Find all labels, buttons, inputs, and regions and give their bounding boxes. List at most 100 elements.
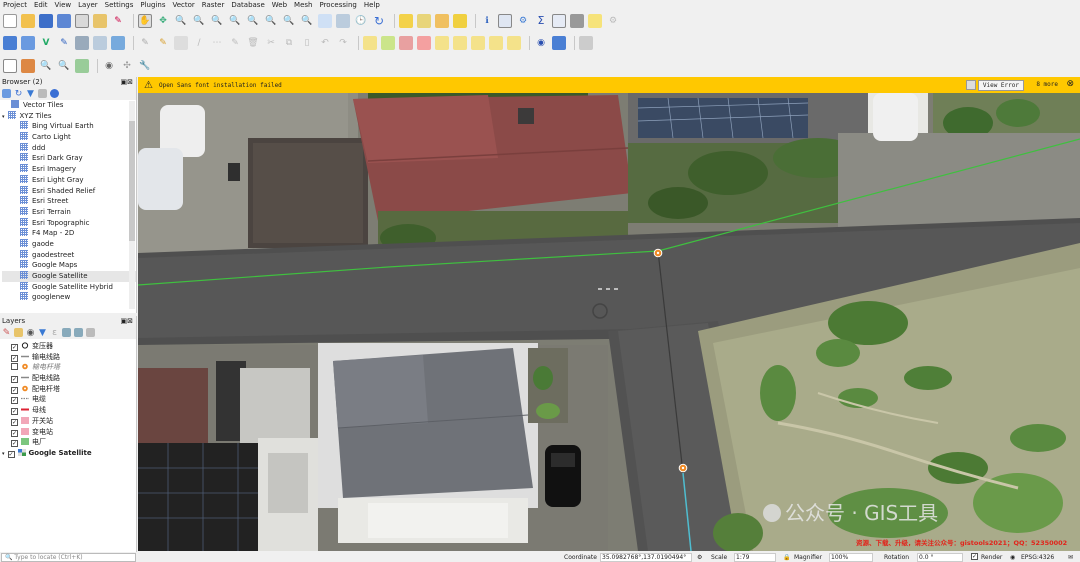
label-move-icon[interactable] xyxy=(435,36,449,50)
label-text-icon[interactable] xyxy=(507,36,521,50)
browser-item[interactable]: gaode xyxy=(2,238,136,250)
browser-item[interactable]: ddd xyxy=(2,142,136,154)
layer-visibility-checkbox[interactable]: ✓ xyxy=(11,408,18,416)
label-show-icon[interactable] xyxy=(489,36,503,50)
layer-visibility-checkbox[interactable]: ✓ xyxy=(11,440,18,448)
menu-edit[interactable]: Edit xyxy=(34,1,48,9)
copy-icon[interactable]: ⧉ xyxy=(282,36,296,50)
digitize-icon[interactable]: ✎ xyxy=(57,36,71,50)
tools-icon[interactable]: 🔧 xyxy=(138,59,152,73)
render-checkbox[interactable]: ✓ xyxy=(971,553,978,560)
menu-view[interactable]: View xyxy=(55,1,72,9)
python-console-icon[interactable] xyxy=(552,36,566,50)
browser-item[interactable]: Esri Topographic xyxy=(2,217,136,229)
add-layer-icon[interactable] xyxy=(2,89,11,98)
browser-item[interactable]: Bing Virtual Earth xyxy=(2,121,136,132)
menu-vector[interactable]: Vector xyxy=(172,1,194,9)
data-source-manager-icon[interactable] xyxy=(3,36,17,50)
deselect-icon[interactable] xyxy=(435,14,449,28)
pan-to-selection-icon[interactable]: ✥ xyxy=(156,14,170,28)
messages-icon[interactable]: ✉ xyxy=(1068,554,1073,561)
new-project-icon[interactable] xyxy=(3,14,17,28)
layer-item[interactable]: ✓ 电厂 xyxy=(11,437,136,448)
collapse-all-icon[interactable] xyxy=(74,328,83,337)
browser-item-selected[interactable]: Google Satellite xyxy=(2,271,136,282)
browser-item[interactable]: Esri Shaded Relief xyxy=(2,185,136,197)
save-edits-icon[interactable] xyxy=(174,36,188,50)
zoom-native-icon[interactable]: 🔍 xyxy=(282,14,296,28)
close-message-icon[interactable]: ⊗ xyxy=(1066,79,1074,89)
expander-icon[interactable]: ▾ xyxy=(2,114,5,120)
panel-toggle-icon[interactable] xyxy=(579,36,593,50)
browser-item[interactable]: Esri Light Gray xyxy=(2,174,136,186)
select-features-icon[interactable] xyxy=(399,14,413,28)
add-feature-icon[interactable]: ∕ xyxy=(192,36,206,50)
statistics-icon[interactable]: Σ xyxy=(534,14,548,28)
map-canvas[interactable]: 公众号 · GIS工具 资源、下载、升级，请关注公众号：gistools2021… xyxy=(138,93,1080,551)
layer-item[interactable]: ✓ 配电线路 xyxy=(11,373,136,384)
layer-visibility-checkbox[interactable]: ✓ xyxy=(7,450,15,458)
zoom-selection-icon[interactable]: 🔍 xyxy=(246,14,260,28)
zoom-layer-icon[interactable]: 🔍 xyxy=(264,14,278,28)
panel-float-close-icon[interactable]: ▣⊠ xyxy=(121,316,133,326)
measure-icon[interactable] xyxy=(570,14,584,28)
layer-styling-icon[interactable]: ✎ xyxy=(2,328,11,338)
crs-globe-icon[interactable]: ◉ xyxy=(1010,554,1015,561)
locate-icon[interactable]: 🔍 xyxy=(39,59,53,73)
layout-manager-icon[interactable] xyxy=(93,14,107,28)
layer-item[interactable]: ✓ 电缆 xyxy=(11,394,136,405)
add-raster-icon[interactable] xyxy=(111,36,125,50)
layer-item[interactable]: ✓ 输电线路 xyxy=(11,352,136,363)
label-pin-icon[interactable] xyxy=(399,36,413,50)
select-zoom-icon[interactable]: 🔍 xyxy=(57,59,71,73)
cut-icon[interactable]: ✂ xyxy=(264,36,278,50)
browser-item[interactable]: Carto Light xyxy=(2,132,136,143)
save-project-icon[interactable] xyxy=(39,14,53,28)
layer-visibility-checkbox[interactable]: ✓ xyxy=(11,376,18,384)
browser-item[interactable]: gaodestreet xyxy=(2,249,136,261)
browser-scrollbar[interactable] xyxy=(129,101,135,309)
layer-item[interactable]: ✓ 配电杆塔 xyxy=(11,384,136,395)
menu-plugins[interactable]: Plugins xyxy=(140,1,165,9)
browser-item[interactable]: F4 Map - 2D xyxy=(2,228,136,239)
layer-visibility-checkbox[interactable]: ✓ xyxy=(11,354,18,362)
extent-icon[interactable] xyxy=(75,58,89,73)
menu-help[interactable]: Help xyxy=(364,1,380,9)
add-vector-icon[interactable]: V xyxy=(39,36,53,50)
add-wfs-icon[interactable] xyxy=(93,36,107,50)
refresh-icon[interactable]: ↻ xyxy=(372,14,386,28)
menu-raster[interactable]: Raster xyxy=(202,1,225,9)
message-clear-icon[interactable] xyxy=(966,80,976,90)
zoom-next-icon[interactable] xyxy=(318,14,332,28)
scale-combobox[interactable]: 1:79 xyxy=(734,552,776,562)
style-manager-icon[interactable]: ✎ xyxy=(111,14,125,28)
browser-item[interactable]: googlenew xyxy=(2,292,136,303)
layer-item[interactable]: ✓ 变压器 xyxy=(11,341,136,352)
crs-label[interactable]: EPSG:4326 xyxy=(1021,554,1054,561)
layer-visibility-checkbox[interactable]: ✓ xyxy=(11,386,18,394)
zoom-rubber-icon[interactable]: 🔍 xyxy=(210,14,224,28)
more-messages-text[interactable]: 8 more xyxy=(1036,81,1058,88)
label-rotate-icon[interactable] xyxy=(453,36,467,50)
label-icon[interactable] xyxy=(363,36,377,50)
new-map-view-icon[interactable] xyxy=(336,14,350,28)
menu-settings[interactable]: Settings xyxy=(105,1,134,9)
georeferencer-icon[interactable] xyxy=(21,58,35,73)
zoom-in-icon[interactable]: 🔍 xyxy=(174,14,188,28)
expand-all-icon[interactable] xyxy=(62,328,71,337)
map-tips-icon[interactable] xyxy=(588,14,602,28)
locator-search-input[interactable]: 🔍 Type to locate (Ctrl+K) xyxy=(1,553,136,562)
redo-icon[interactable]: ↷ xyxy=(336,36,350,50)
label-highlight-icon[interactable] xyxy=(417,36,431,50)
layer-item[interactable]: ✓ 变电站 xyxy=(11,427,136,438)
layer-visibility-checkbox[interactable]: ✓ xyxy=(11,429,18,437)
plugin-icon[interactable]: ✣ xyxy=(120,59,134,73)
open-project-icon[interactable] xyxy=(21,14,35,28)
undo-icon[interactable]: ↶ xyxy=(318,36,332,50)
web-globe-icon[interactable]: ◉ xyxy=(102,59,116,73)
magnifier-input[interactable]: 100% xyxy=(829,552,873,562)
scrollbar-thumb[interactable] xyxy=(129,121,135,241)
vertex-tool-icon[interactable]: ⋯ xyxy=(210,36,224,50)
layer-item[interactable]: ✓ 开关站 xyxy=(11,416,136,427)
new-layout-icon[interactable] xyxy=(3,58,17,73)
